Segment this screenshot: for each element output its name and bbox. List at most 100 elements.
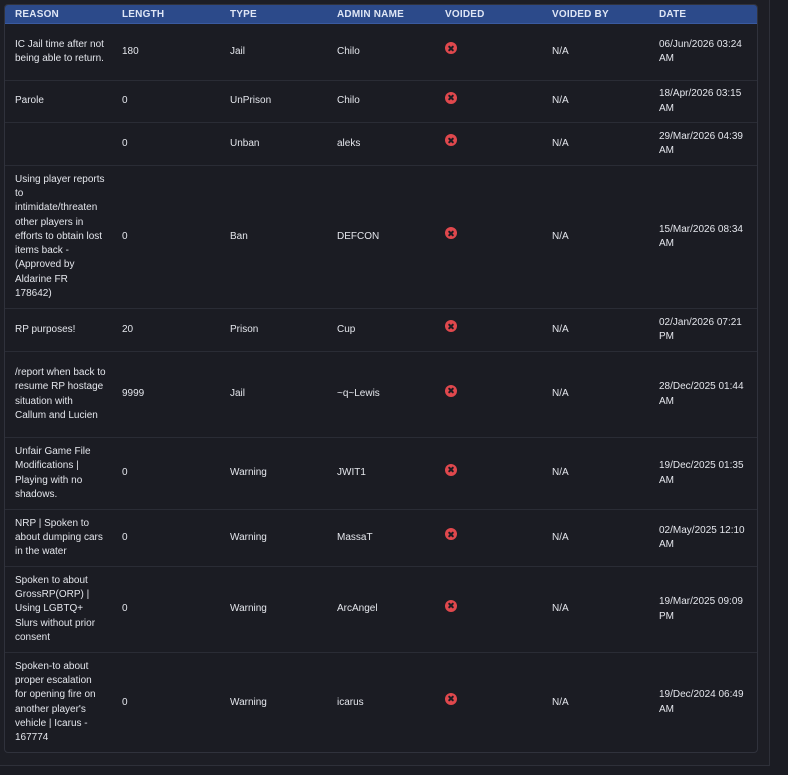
table-row: NRP | Spoken to about dumping cars in th… [5, 509, 757, 567]
voided-by-cell: N/A [542, 80, 649, 123]
voided-by-cell: N/A [542, 165, 649, 309]
voided-cell [435, 308, 542, 352]
x-circle-icon [445, 91, 457, 104]
admin-name-cell: aleks [327, 122, 435, 166]
type-cell: Ban [220, 165, 327, 309]
admin-name-cell: ArcAngel [327, 566, 435, 653]
type-cell: Warning [230, 696, 267, 708]
records-table: REASON LENGTH TYPE ADMIN NAME VOIDED VOI… [5, 5, 757, 753]
admin-name-cell: MassaT [327, 509, 435, 567]
date-cell: 29/Mar/2026 04:39 AM [649, 122, 757, 166]
reason-cell: Spoken to about GrossRP(ORP) | Using LGB… [5, 566, 112, 653]
admin-name-cell: Chilo [327, 80, 435, 123]
voided-by-cell: N/A [542, 566, 649, 653]
x-circle-icon [445, 42, 457, 55]
date-cell: 06/Jun/2026 03:24 AM [649, 23, 757, 81]
reason-cell: Parole [5, 80, 112, 123]
reason-cell: /report when back to resume RP hostage s… [5, 351, 112, 438]
date-cell: 19/Dec/2024 06:49 AM [659, 689, 744, 715]
length-cell: 9999 [112, 351, 220, 438]
outer-panel: REASON LENGTH TYPE ADMIN NAME VOIDED VOI… [0, 0, 770, 766]
voided-by-cell: N/A [542, 308, 649, 352]
voided-cell [435, 351, 542, 438]
length-cell: 0 [112, 165, 220, 309]
table-row: Parole 0 UnPrison Chilo N/A 18/Apr/2026 03:15… [5, 80, 757, 123]
admin-name-cell: icarus [337, 696, 364, 708]
column-header-admin-name: ADMIN NAME [327, 5, 435, 24]
length-cell: 0 [112, 566, 220, 653]
admin-name-cell: DEFCON [327, 165, 435, 309]
admin-name-cell: JWIT1 [327, 437, 435, 510]
type-cell: Jail [220, 351, 327, 438]
table-row: Spoken to about GrossRP(ORP) | Using LGB… [5, 566, 757, 653]
date-cell: 28/Dec/2025 01:44 AM [649, 351, 757, 438]
voided-by-cell: N/A [542, 509, 649, 567]
reason-cell [5, 122, 112, 166]
voided-by-cell: N/A [552, 696, 569, 708]
date-cell: 15/Mar/2026 08:34 AM [649, 165, 757, 309]
table-row: Spoken-to about proper escalation for op… [5, 653, 757, 753]
admin-name-cell: ~q~Lewis [327, 351, 435, 438]
date-cell: 19/Dec/2025 01:35 AM [649, 437, 757, 510]
voided-by-cell: N/A [542, 122, 649, 166]
table-row: Using player reports to intimidate/threa… [5, 165, 757, 309]
reason-cell: NRP | Spoken to about dumping cars in th… [5, 509, 112, 567]
type-cell: Unban [220, 122, 327, 166]
table-row: 0 Unban aleks N/A 29/Mar/2026 04:39 AM [5, 122, 757, 166]
voided-cell [435, 80, 542, 123]
reason-cell: Using player reports to intimidate/threa… [5, 165, 112, 309]
x-circle-icon [445, 692, 457, 705]
voided-cell [435, 23, 542, 81]
x-circle-icon [445, 227, 457, 240]
type-cell: UnPrison [220, 80, 327, 123]
date-cell: 19/Mar/2025 09:09 PM [649, 566, 757, 653]
x-circle-icon [445, 134, 457, 147]
x-circle-icon [445, 599, 457, 612]
voided-cell [435, 437, 542, 510]
column-header-length: LENGTH [112, 5, 220, 24]
table-row: IC Jail time after not being able to ret… [5, 23, 757, 81]
column-header-date: DATE [649, 5, 757, 24]
voided-by-cell: N/A [542, 351, 649, 438]
type-cell: Prison [220, 308, 327, 352]
table-row: Unfair Game File Modifications | Playing… [5, 437, 757, 510]
voided-cell [435, 566, 542, 653]
length-cell: 0 [112, 122, 220, 166]
x-circle-icon [445, 463, 457, 476]
admin-name-cell: Chilo [327, 23, 435, 81]
voided-cell [435, 122, 542, 166]
reason-cell: Spoken-to about proper escalation for op… [15, 660, 96, 744]
voided-by-cell: N/A [542, 437, 649, 510]
date-cell: 18/Apr/2026 03:15 AM [649, 80, 757, 123]
length-cell: 180 [112, 23, 220, 81]
length-cell: 0 [112, 437, 220, 510]
length-cell: 20 [112, 308, 220, 352]
column-header-type: TYPE [220, 5, 327, 24]
column-header-voided-by: VOIDED BY [542, 5, 649, 24]
date-cell: 02/May/2025 12:10 AM [649, 509, 757, 567]
table-row: /report when back to resume RP hostage s… [5, 351, 757, 438]
length-cell: 0 [112, 509, 220, 567]
length-cell: 0 [112, 80, 220, 123]
table-row: RP purposes! 20 Prison Cup N/A 02/Jan/2026 07… [5, 308, 757, 352]
table-body: IC Jail time after not being able to ret… [5, 23, 757, 753]
voided-cell [435, 509, 542, 567]
x-circle-icon [445, 528, 457, 541]
column-header-reason: REASON [5, 5, 112, 24]
reason-cell: Unfair Game File Modifications | Playing… [5, 437, 112, 510]
column-header-voided: VOIDED [435, 5, 542, 24]
table-header-row: REASON LENGTH TYPE ADMIN NAME VOIDED VOI… [5, 5, 757, 24]
x-circle-icon [445, 320, 457, 333]
type-cell: Warning [220, 509, 327, 567]
x-circle-icon [445, 384, 457, 397]
punishment-history-table: REASON LENGTH TYPE ADMIN NAME VOIDED VOI… [4, 4, 758, 753]
voided-cell [435, 165, 542, 309]
length-cell: 0 [122, 696, 128, 708]
type-cell: Jail [220, 23, 327, 81]
date-cell: 02/Jan/2026 07:21 PM [649, 308, 757, 352]
admin-name-cell: Cup [327, 308, 435, 352]
voided-by-cell: N/A [542, 23, 649, 81]
voided-cell [435, 653, 542, 753]
reason-cell: RP purposes! [5, 308, 112, 352]
type-cell: Warning [220, 566, 327, 653]
